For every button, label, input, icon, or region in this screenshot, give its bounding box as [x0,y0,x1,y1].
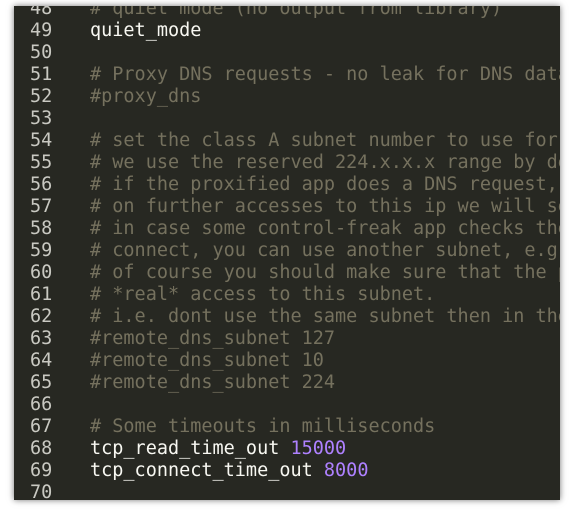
line-number: 66 [30,394,53,415]
line-code[interactable]: quiet_mode [90,20,201,42]
code-comment: # Proxy DNS requests - no leak for DNS d… [90,64,560,85]
line-number: 67 [30,416,53,437]
code-number: 15000 [290,438,347,459]
code-line[interactable]: 69 tcp_connect_time_out 8000 [14,460,560,482]
code-token: quiet_mode [90,20,202,41]
line-number: 70 [30,482,53,500]
line-code[interactable]: #remote_dns_subnet 10 [90,350,324,372]
line-number: 53 [30,108,53,129]
code-comment: # Some timeouts in milliseconds [90,416,436,437]
code-comment: # of course you should make sure that th… [90,262,560,283]
code-line[interactable]: 52 #proxy_dns [14,86,560,108]
line-code[interactable]: # Proxy DNS requests - no leak for DNS d… [90,64,560,86]
code-line[interactable]: 66 [14,394,560,416]
line-number: 52 [30,86,53,107]
line-code[interactable]: # we use the reserved 224.x.x.x range by… [90,152,560,174]
line-code[interactable]: # set the class A subnet number to use f… [90,130,560,152]
line-number: 63 [30,328,53,349]
code-line[interactable]: 64 #remote_dns_subnet 10 [14,350,560,372]
code-line[interactable]: 56 # if the proxified app does a DNS requ… [14,174,560,196]
line-number: 64 [30,350,53,371]
line-code[interactable]: # in case some control-freak app checks … [90,218,560,240]
code-line[interactable]: 50 [14,42,560,64]
code-comment: # set the class A subnet number to use f… [90,130,558,151]
code-line[interactable]: 60 # of course you should make sure that … [14,262,560,284]
line-code[interactable]: tcp_read_time_out 15000 [90,438,346,460]
code-line[interactable]: 65 #remote_dns_subnet 224 [14,372,560,394]
code-line[interactable]: 53 [14,108,560,130]
line-code[interactable]: # if the proxified app does a DNS reques… [90,174,560,196]
line-number: 59 [30,240,53,261]
code-line[interactable]: 54 # set the class A subnet number to use… [14,130,560,152]
line-code[interactable]: #remote_dns_subnet 127 [90,328,335,350]
code-comment: # *real* access to this subnet. [90,284,436,305]
line-code[interactable]: # on further accesses to this ip we will… [90,196,560,218]
code-comment: #proxy_dns [90,86,202,107]
line-number: 58 [30,218,53,239]
code-line[interactable]: 62 # i.e. dont use the same subnet then i… [14,306,560,328]
code-line[interactable]: 70 [14,482,560,500]
code-line[interactable]: 55 # we use the reserved 224.x.x.x range … [14,152,560,174]
line-code[interactable]: # quiet mode (no output from library) [90,6,502,20]
line-number: 51 [30,64,53,85]
line-number: 61 [30,284,53,305]
code-comment: # i.e. dont use the same subnet then in … [90,306,560,327]
code-comment: # quiet mode (no output from library) [90,6,503,19]
code-token: tcp_read_time_out [90,438,291,459]
line-number: 68 [30,438,53,459]
line-code[interactable]: #remote_dns_subnet 224 [90,372,335,394]
code-comment: # on further accesses to this ip we will… [90,196,560,217]
code-comment: # in case some control-freak app checks … [90,218,560,239]
code-comment: # we use the reserved 224.x.x.x range by… [90,152,560,173]
code-comment: # if the proxified app does a DNS reques… [90,174,558,195]
line-code[interactable]: # *real* access to this subnet. [90,284,435,306]
line-code[interactable]: # i.e. dont use the same subnet then in … [90,306,560,328]
code-number: 8000 [323,460,369,481]
line-number: 48 [30,6,53,19]
line-number: 69 [30,460,53,481]
code-line[interactable]: 67 # Some timeouts in milliseconds [14,416,560,438]
line-code[interactable]: # of course you should make sure that th… [90,262,560,284]
line-code[interactable]: # connect, you can use another subnet, e… [90,240,560,262]
code-line[interactable]: 59 # connect, you can use another subnet,… [14,240,560,262]
code-editor[interactable]: 48 # quiet mode (no output from library) 4… [14,6,560,500]
code-comment: #remote_dns_subnet 127 [90,328,336,349]
code-line[interactable]: 61 # *real* access to this subnet. [14,284,560,306]
code-line[interactable]: 51 # Proxy DNS requests - no leak for DNS… [14,64,560,86]
line-number: 60 [30,262,53,283]
line-code[interactable]: #proxy_dns [90,86,201,108]
code-comment: #remote_dns_subnet 10 [90,350,324,371]
line-code[interactable]: # Some timeouts in milliseconds [90,416,435,438]
code-line[interactable]: 58 # in case some control-freak app check… [14,218,560,240]
line-number: 65 [30,372,53,393]
line-number: 49 [30,20,53,41]
line-number: 62 [30,306,53,327]
line-number: 50 [30,42,53,63]
code-token: tcp_connect_time_out [90,460,324,481]
code-line[interactable]: 57 # on further accesses to this ip we wi… [14,196,560,218]
line-number: 56 [30,174,53,195]
code-comment: #remote_dns_subnet 224 [90,372,336,393]
code-line[interactable]: 49 quiet_mode [14,20,560,42]
line-number: 55 [30,152,53,173]
code-line[interactable]: 63 #remote_dns_subnet 127 [14,328,560,350]
line-number: 57 [30,196,53,217]
code-lines[interactable]: 48 # quiet mode (no output from library) 4… [14,6,560,500]
code-line[interactable]: 48 # quiet mode (no output from library) [14,6,560,20]
line-code[interactable]: tcp_connect_time_out 8000 [90,460,368,482]
code-comment: # connect, you can use another subnet, e… [90,240,560,261]
line-number: 54 [30,130,53,151]
code-line[interactable]: 68 tcp_read_time_out 15000 [14,438,560,460]
